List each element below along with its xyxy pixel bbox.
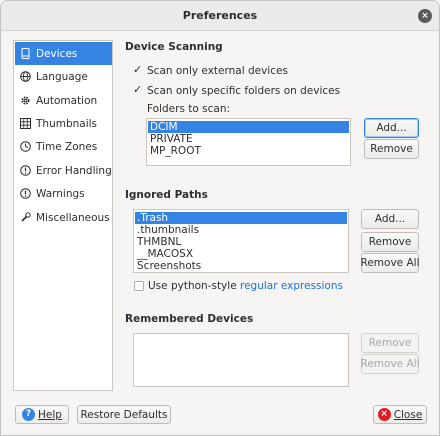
sidebar-item-automation[interactable]: Automation (15, 89, 112, 112)
regular-expressions-link[interactable]: regular expressions (240, 280, 343, 292)
folders-to-scan-label: Folders to scan: (147, 103, 231, 115)
restore-defaults-button[interactable]: Restore Defaults (77, 405, 171, 424)
sidebar-item-label: Error Handling (36, 164, 112, 177)
gear-icon (21, 96, 30, 105)
help-button[interactable]: ? Help (15, 405, 69, 424)
scan-specific-row[interactable]: Scan only specific folders on devices (133, 83, 341, 97)
list-item[interactable]: THMBNL (135, 236, 347, 248)
list-item[interactable]: __MACOSX (135, 248, 347, 260)
list-item[interactable]: .thumbnails (135, 224, 347, 236)
sidebar-item-label: Time Zones (36, 140, 98, 153)
window-title: Preferences (182, 9, 258, 22)
sidebar-item-label: Thumbnails (36, 117, 98, 130)
remembered-devices-list[interactable] (133, 333, 349, 387)
remove-ignored-path-button[interactable]: Remove (361, 232, 419, 252)
device-scanning-title: Device Scanning (125, 41, 223, 53)
regex-label: Use python-style (148, 280, 240, 292)
remembered-devices-title: Remembered Devices (125, 313, 254, 325)
remove-all-remembered-devices-button[interactable]: Remove All (361, 354, 419, 374)
regex-checkbox[interactable] (134, 281, 144, 291)
help-label: Help (38, 408, 62, 421)
folders-list[interactable]: DCIM PRIVATE MP_ROOT (146, 118, 351, 166)
list-item[interactable]: .Trash (135, 212, 347, 224)
sidebar-item-label: Automation (36, 94, 98, 107)
add-folder-button[interactable]: Add... (364, 118, 419, 138)
error-icon (20, 165, 31, 176)
warning-icon (20, 188, 31, 199)
scan-specific-checkbox[interactable] (133, 83, 143, 96)
close-button[interactable]: × Close (373, 405, 427, 424)
sidebar-item-miscellaneous[interactable]: Miscellaneous (15, 206, 112, 229)
sidebar-item-time-zones[interactable]: Time Zones (15, 135, 112, 158)
sidebar-item-label: Language (36, 70, 88, 83)
thumbnails-icon (20, 118, 31, 129)
sidebar: Devices Language Automation Thumbnails T… (13, 40, 113, 391)
regex-row[interactable]: Use python-style regular expressions (134, 280, 343, 292)
scan-external-checkbox[interactable] (133, 63, 143, 76)
close-label: Close (393, 408, 423, 421)
globe-icon (20, 71, 31, 82)
device-icon (21, 48, 30, 59)
preferences-window: Preferences × Devices Language Automatio… (0, 0, 440, 436)
wrench-icon (21, 212, 31, 222)
add-ignored-path-button[interactable]: Add... (361, 209, 419, 229)
help-icon: ? (22, 408, 36, 421)
sidebar-item-thumbnails[interactable]: Thumbnails (15, 112, 112, 135)
ignored-paths-title: Ignored Paths (125, 189, 208, 201)
sidebar-item-devices[interactable]: Devices (15, 42, 112, 65)
remove-folder-button[interactable]: Remove (364, 139, 419, 159)
remove-remembered-device-button[interactable]: Remove (361, 333, 419, 353)
sidebar-item-label: Devices (36, 47, 78, 60)
list-item[interactable]: DCIM (148, 121, 349, 133)
scan-external-row[interactable]: Scan only external devices (133, 63, 288, 77)
sidebar-item-language[interactable]: Language (15, 65, 112, 88)
clock-icon (20, 141, 31, 152)
list-item[interactable]: Screenshots (135, 260, 347, 272)
scan-specific-label: Scan only specific folders on devices (147, 85, 341, 97)
list-item[interactable]: PRIVATE (148, 133, 349, 145)
list-item[interactable]: MP_ROOT (148, 145, 349, 157)
title-bar: Preferences × (1, 1, 439, 31)
window-close-button[interactable]: × (418, 9, 432, 23)
remove-all-ignored-paths-button[interactable]: Remove All (361, 253, 419, 273)
sidebar-item-warnings[interactable]: Warnings (15, 182, 112, 205)
scan-external-label: Scan only external devices (147, 65, 288, 77)
sidebar-item-label: Miscellaneous (36, 211, 110, 224)
sidebar-item-label: Warnings (36, 187, 85, 200)
sidebar-item-error-handling[interactable]: Error Handling (15, 159, 112, 182)
close-icon: × (377, 408, 391, 421)
ignored-paths-list[interactable]: .Trash .thumbnails THMBNL __MACOSX Scree… (133, 209, 349, 273)
